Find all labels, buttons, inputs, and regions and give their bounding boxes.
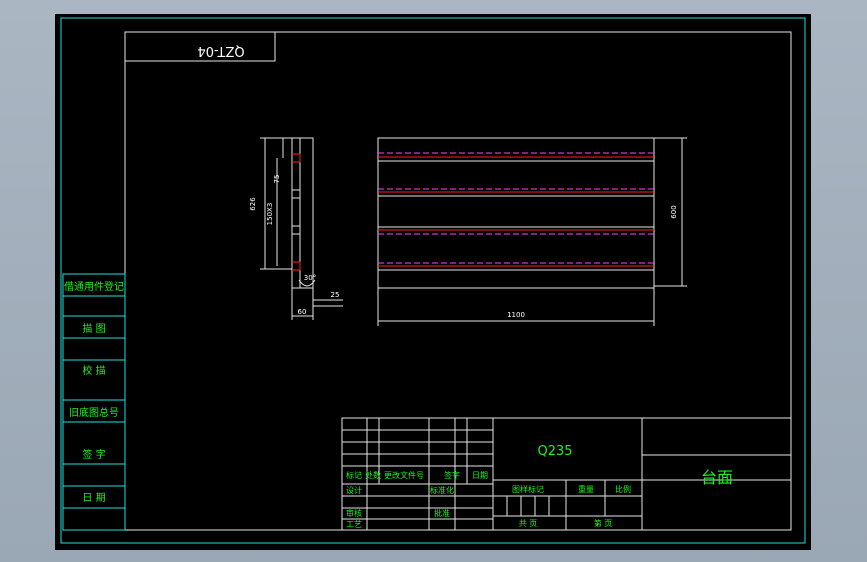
dim-top: 75 bbox=[273, 175, 281, 184]
left-label-5: 签 字 bbox=[82, 448, 105, 461]
title-block: 标记 处数 更改文件号 签字 日期 设计 审核 工艺 标准化 批准 Q235 台… bbox=[341, 417, 792, 531]
left-label-2: 描 图 bbox=[82, 322, 105, 335]
dim-length: 1100 bbox=[507, 311, 525, 319]
left-label-1: 借通用件登记 bbox=[64, 280, 124, 293]
label-weight: 重量 bbox=[578, 484, 594, 494]
role-design: 设计 bbox=[346, 485, 362, 495]
front-view: 600 1100 bbox=[377, 137, 687, 326]
label-sheet: 第 页 bbox=[594, 518, 613, 528]
dim-width: 60 bbox=[298, 308, 307, 316]
dim-right: 25 bbox=[331, 291, 340, 299]
left-label-4: 旧底图总号 bbox=[69, 406, 119, 419]
material: Q235 bbox=[537, 444, 572, 459]
left-label-3: 校 描 bbox=[82, 364, 105, 377]
dim-spacing: 150X3 bbox=[266, 203, 274, 226]
drawing-canvas: QZT-04 借通用件登记 描 图 校 描 旧底图总号 签 字 日 期 626 … bbox=[60, 17, 806, 544]
label-sheet-total: 共 页 bbox=[519, 519, 538, 528]
label-approval: 批准 bbox=[434, 508, 450, 518]
side-view: 626 150X3 75 60 30° 25 bbox=[249, 137, 343, 320]
role-process: 工艺 bbox=[346, 520, 362, 529]
part-name: 台面 bbox=[701, 468, 733, 487]
left-label-6: 日 期 bbox=[82, 492, 105, 504]
role-review: 审核 bbox=[346, 508, 362, 518]
label-standardization: 标准化 bbox=[430, 485, 454, 495]
outer-border bbox=[60, 17, 806, 544]
dim-height: 600 bbox=[670, 205, 678, 218]
row-label-count: 处数 bbox=[365, 470, 381, 480]
dim-overall: 626 bbox=[249, 197, 257, 211]
drawing-number: QZT-04 bbox=[197, 43, 244, 58]
cad-model-space[interactable]: QZT-04 借通用件登记 描 图 校 描 旧底图总号 签 字 日 期 626 … bbox=[55, 14, 811, 550]
row-label-sign: 签字 bbox=[444, 470, 460, 480]
label-stage: 图样标记 bbox=[512, 484, 544, 494]
row-label-doc: 更改文件号 bbox=[384, 470, 424, 480]
label-scale: 比例 bbox=[615, 484, 631, 494]
row-label-date: 日期 bbox=[472, 471, 488, 480]
row-label-mark: 标记 bbox=[346, 470, 362, 480]
angle-label: 30° bbox=[304, 274, 316, 282]
left-record-panel: 借通用件登记 描 图 校 描 旧底图总号 签 字 日 期 bbox=[62, 273, 126, 531]
